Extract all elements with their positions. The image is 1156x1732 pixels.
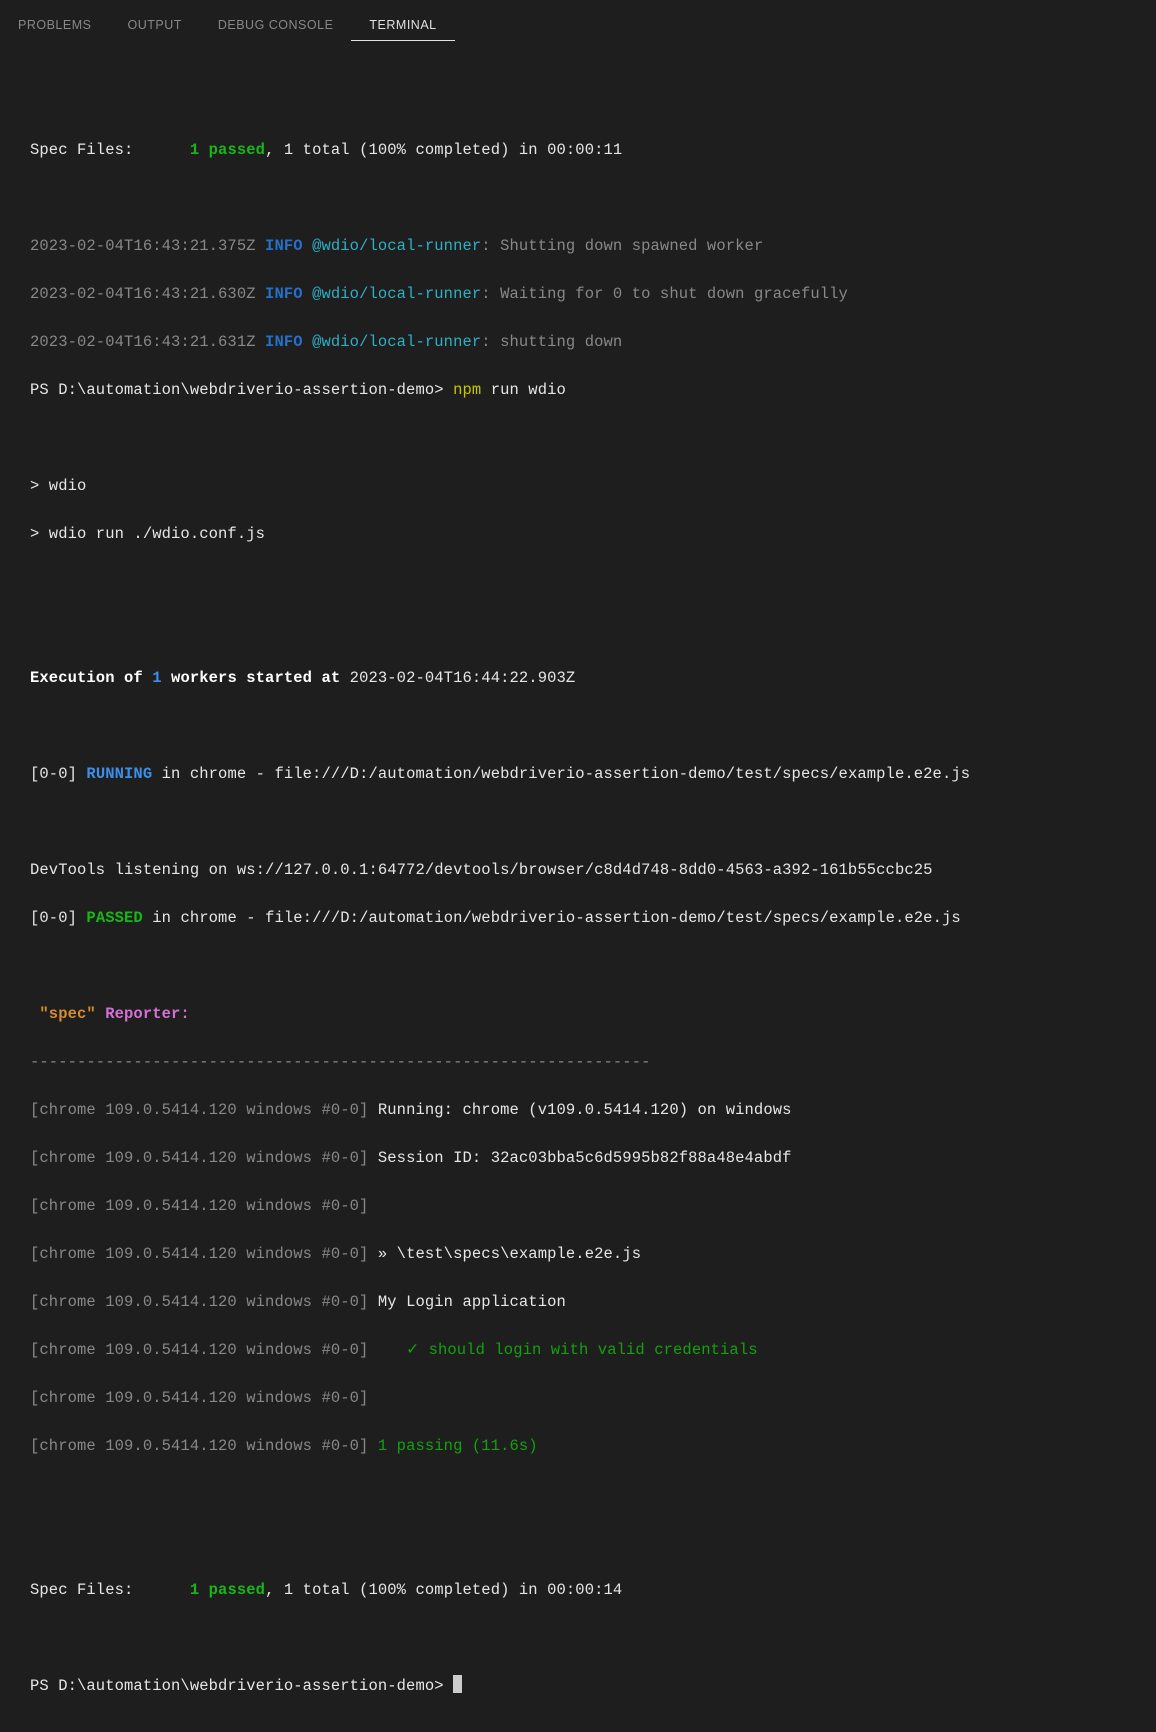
script-output: > wdio [30,474,1126,498]
report-row: [chrome 109.0.5414.120 windows #0-0] [30,1194,1126,1218]
cursor-icon [453,1675,462,1693]
report-row: [chrome 109.0.5414.120 windows #0-0] My … [30,1290,1126,1314]
log-line: 2023-02-04T16:43:21.630Z INFO @wdio/loca… [30,282,1126,306]
prompt-line[interactable]: PS D:\automation\webdriverio-assertion-d… [30,1674,1126,1698]
report-row: [chrome 109.0.5414.120 windows #0-0] 1 p… [30,1434,1126,1458]
prompt-line: PS D:\automation\webdriverio-assertion-d… [30,378,1126,402]
report-row: [chrome 109.0.5414.120 windows #0-0] » \… [30,1242,1126,1266]
execution-line: Execution of 1 workers started at 2023-0… [30,666,1126,690]
blank-line [30,426,1126,450]
devtools-line: DevTools listening on ws://127.0.0.1:647… [30,858,1126,882]
log-line: 2023-02-04T16:43:21.631Z INFO @wdio/loca… [30,330,1126,354]
tab-debug-console[interactable]: DEBUG CONSOLE [200,10,352,41]
blank-line [30,186,1126,210]
tab-output[interactable]: OUTPUT [109,10,199,41]
output-line [30,90,1126,114]
blank-line [30,1482,1126,1506]
spec-summary-2: Spec Files: 1 passed, 1 total (100% comp… [30,1578,1126,1602]
blank-line [30,618,1126,642]
report-row: [chrome 109.0.5414.120 windows #0-0] Run… [30,1098,1126,1122]
report-row: [chrome 109.0.5414.120 windows #0-0] Ses… [30,1146,1126,1170]
terminal-output[interactable]: Spec Files: 1 passed, 1 total (100% comp… [0,42,1156,1732]
report-row: [chrome 109.0.5414.120 windows #0-0] ✓ s… [30,1338,1126,1362]
blank-line [30,1626,1126,1650]
running-line: [0-0] RUNNING in chrome - file:///D:/aut… [30,762,1126,786]
blank-line [30,714,1126,738]
script-output: > wdio run ./wdio.conf.js [30,522,1126,546]
tab-problems[interactable]: PROBLEMS [0,10,109,41]
log-line: 2023-02-04T16:43:21.375Z INFO @wdio/loca… [30,234,1126,258]
reporter-line: "spec" Reporter: [30,1002,1126,1026]
blank-line [30,570,1126,594]
blank-line [30,1530,1126,1554]
passed-line: [0-0] PASSED in chrome - file:///D:/auto… [30,906,1126,930]
panel-tabs: PROBLEMS OUTPUT DEBUG CONSOLE TERMINAL [0,0,1156,42]
blank-line [30,954,1126,978]
spec-summary-1: Spec Files: 1 passed, 1 total (100% comp… [30,138,1126,162]
report-row: [chrome 109.0.5414.120 windows #0-0] [30,1386,1126,1410]
tab-terminal[interactable]: TERMINAL [351,10,454,41]
blank-line [30,810,1126,834]
divider-line: ----------------------------------------… [30,1050,1126,1074]
check-icon: ✓ [368,1341,428,1359]
